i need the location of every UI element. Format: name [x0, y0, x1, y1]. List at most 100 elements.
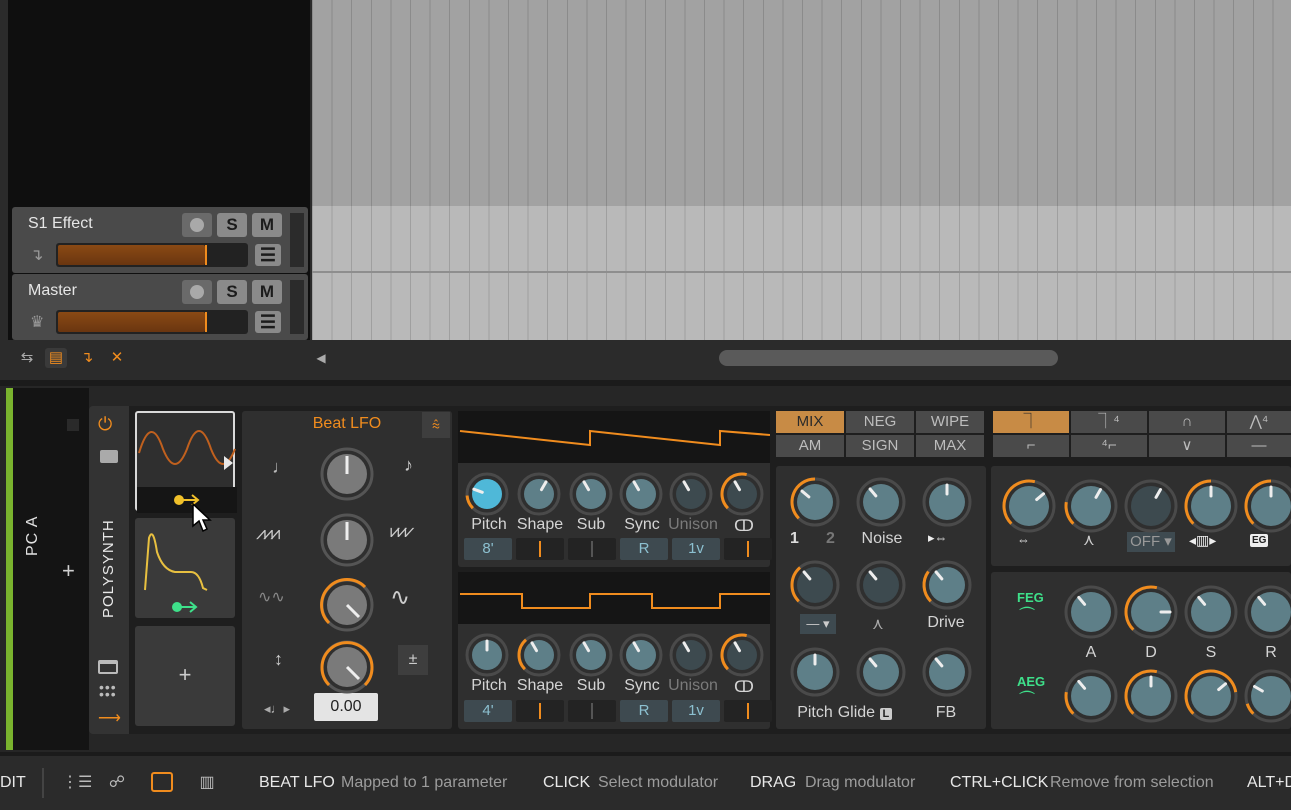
osc2-sub-value[interactable] — [568, 700, 616, 722]
osc2-select[interactable]: 2 — [826, 530, 835, 548]
track-master[interactable]: Master S M ♛ ☰ — [12, 274, 308, 340]
mute-button[interactable]: M — [252, 213, 282, 237]
mode-am-button[interactable]: AM — [776, 435, 844, 457]
volume-fader[interactable] — [56, 243, 248, 267]
lfo-value-field[interactable]: 0.00 — [314, 693, 378, 721]
track-name[interactable]: Master — [28, 282, 77, 300]
volume-handle[interactable] — [205, 312, 207, 332]
osc1-sync-knob[interactable] — [618, 471, 664, 517]
track-name[interactable]: S1 Effect — [28, 215, 93, 233]
track-s1-effect[interactable]: S1 Effect S M ↴ ☰ — [12, 207, 308, 273]
collapse-icon[interactable]: ⩯ — [422, 412, 450, 438]
aeg-sustain-knob[interactable] — [1183, 668, 1239, 724]
eg-badge[interactable]: EG — [1250, 534, 1269, 547]
link-icon[interactable]: ☍ — [106, 772, 128, 792]
osc1-select[interactable]: 1 — [790, 530, 799, 548]
lfo-rate-knob[interactable] — [319, 446, 375, 502]
osc2-stereo-knob[interactable] — [719, 632, 765, 678]
osc2-shape-value[interactable] — [516, 700, 564, 722]
filter-bandpass-button[interactable]: ∩ — [1149, 411, 1225, 433]
lfo-depth-knob[interactable] — [319, 639, 375, 695]
keyboard-tracking-icon[interactable]: ◂▥▸ — [1189, 532, 1216, 549]
mixer-dropdown[interactable]: — ▾ — [800, 614, 836, 634]
add-modulator-button[interactable]: + — [135, 662, 235, 688]
chain-name[interactable]: PC A — [24, 516, 42, 556]
mixer-view-icon[interactable]: ▥ — [196, 772, 218, 792]
swap-icon[interactable]: ⇆ — [16, 348, 38, 368]
mode-max-button[interactable]: MAX — [916, 435, 984, 457]
power-icon[interactable]: ⏻ — [98, 414, 112, 435]
osc1-sub-knob[interactable] — [568, 471, 614, 517]
feg-release-knob[interactable] — [1243, 584, 1291, 640]
filter-highpass-button[interactable]: ⌐ — [993, 435, 1069, 457]
close-icon[interactable]: ✕ — [106, 348, 128, 368]
window-icon[interactable] — [98, 660, 118, 674]
device-name[interactable]: POLYSYNTH — [100, 519, 117, 618]
grid-dots-icon[interactable]: ••• ••• — [99, 680, 117, 701]
list-view-icon[interactable]: ▤ — [45, 348, 67, 368]
lfo-shape-knob[interactable] — [319, 512, 375, 568]
osc1-pitch-value[interactable]: 8' — [464, 538, 512, 560]
route-toggle-icon[interactable]: ↴ — [76, 348, 98, 368]
osc1-stereo-value[interactable] — [724, 538, 772, 560]
feg-sustain-knob[interactable] — [1183, 584, 1239, 640]
filter-hp4-button[interactable]: ⁴⌐ — [1071, 435, 1147, 457]
solo-button[interactable]: S — [217, 280, 247, 304]
volume-handle[interactable] — [205, 245, 207, 265]
osc2-unison-knob[interactable] — [668, 632, 714, 678]
chain-toggle[interactable] — [67, 419, 79, 431]
volume-fader[interactable] — [56, 310, 248, 334]
ring-mod-knob[interactable] — [789, 559, 841, 611]
noise-color-knob[interactable] — [921, 476, 973, 528]
aeg-release-knob[interactable] — [1243, 668, 1291, 724]
aeg-attack-knob[interactable] — [1063, 668, 1119, 724]
tree-view-icon[interactable]: ⋮☰ — [62, 772, 92, 792]
osc2-pitch-knob[interactable] — [464, 632, 510, 678]
osc2-stereo-value[interactable] — [724, 700, 772, 722]
osc1-unison-value[interactable]: 1v — [672, 538, 720, 560]
noise-level-knob[interactable] — [855, 476, 907, 528]
add-chain-button[interactable]: + — [62, 558, 75, 584]
feg-attack-knob[interactable] — [1063, 584, 1119, 640]
osc1-sub-value[interactable] — [568, 538, 616, 560]
horizontal-scrollbar[interactable] — [719, 350, 1058, 366]
feedback-amount-knob[interactable] — [855, 559, 907, 611]
solo-button[interactable]: S — [217, 213, 247, 237]
filter-env-knob[interactable] — [1183, 478, 1239, 534]
filter-notch-button[interactable]: ∨ — [1149, 435, 1225, 457]
tempo-sync-icon[interactable]: ◂♩▸ — [264, 701, 290, 717]
mode-sign-button[interactable]: SIGN — [846, 435, 914, 457]
osc1-stereo-knob[interactable] — [719, 471, 765, 517]
noise-type-icon[interactable]: ▸⇔ — [928, 530, 948, 546]
modulator-arrow-icon[interactable]: ⟶ — [98, 708, 121, 728]
add-modulator-slot[interactable]: + — [135, 626, 235, 726]
track-menu-button[interactable]: ☰ — [255, 244, 281, 266]
modulator-slot-beat-lfo[interactable] — [135, 411, 237, 513]
filter-lp4-button[interactable]: ⏋⁴ — [1071, 411, 1147, 433]
filter-cutoff-knob[interactable] — [1001, 478, 1057, 534]
scroll-left-icon[interactable]: ◀ — [310, 348, 332, 368]
filter-eg-amount-knob[interactable] — [1243, 478, 1291, 534]
lfo-phase-knob[interactable] — [319, 577, 375, 633]
filter-link-icon[interactable]: ⇔ — [1017, 532, 1030, 547]
record-arm-button[interactable] — [182, 213, 212, 237]
mute-button[interactable]: M — [252, 280, 282, 304]
osc2-sub-knob[interactable] — [568, 632, 614, 678]
osc1-sync-value[interactable]: R — [620, 538, 668, 560]
folder-icon[interactable] — [100, 450, 118, 463]
filter-lowpass-button[interactable]: ⏋ — [993, 411, 1069, 433]
drive-knob[interactable] — [921, 559, 973, 611]
device-view-icon[interactable] — [151, 772, 173, 792]
osc2-shape-knob[interactable] — [516, 632, 562, 678]
pitch-mod-knob[interactable] — [789, 646, 841, 698]
bipolar-button[interactable]: ± — [398, 645, 428, 675]
filter-allpass-button[interactable]: — — [1227, 435, 1291, 457]
fb-knob[interactable] — [921, 646, 973, 698]
osc1-shape-value[interactable] — [516, 538, 564, 560]
record-arm-button[interactable] — [182, 280, 212, 304]
feg-decay-knob[interactable] — [1123, 584, 1179, 640]
osc2-sync-value[interactable]: R — [620, 700, 668, 722]
osc2-pitch-value[interactable]: 4' — [464, 700, 512, 722]
filter-peak-button[interactable]: ⋀⁴ — [1227, 411, 1291, 433]
osc1-shape-knob[interactable] — [516, 471, 562, 517]
